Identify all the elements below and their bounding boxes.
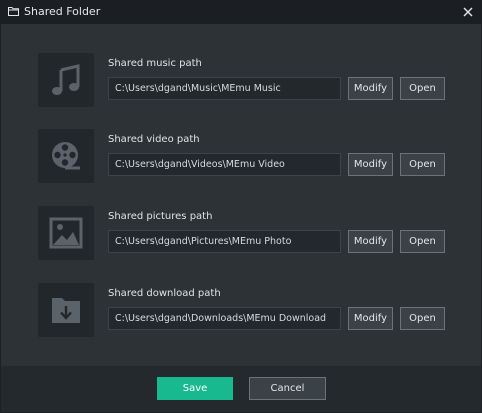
music-path-row: Shared music path C:\Users\dgand\Music\M…	[38, 53, 448, 125]
pictures-path-label: Shared pictures path	[108, 211, 213, 222]
music-open-button[interactable]: Open	[400, 77, 445, 100]
download-icon-tile	[38, 283, 94, 337]
folder-icon	[8, 7, 19, 16]
music-note-icon	[52, 64, 80, 95]
download-folder-icon	[52, 298, 80, 323]
cancel-button[interactable]: Cancel	[249, 377, 326, 400]
close-icon	[463, 7, 473, 17]
pictures-open-button[interactable]: Open	[400, 230, 445, 253]
music-path-field[interactable]: C:\Users\dgand\Music\MEmu Music	[108, 77, 341, 100]
video-path-label: Shared video path	[108, 134, 200, 145]
music-modify-button[interactable]: Modify	[348, 77, 393, 100]
settings-panel: Shared music path C:\Users\dgand\Music\M…	[1, 24, 481, 366]
pictures-path-row: Shared pictures path C:\Users\dgand\Pict…	[38, 206, 448, 278]
music-icon-tile	[38, 53, 94, 107]
video-modify-button[interactable]: Modify	[348, 153, 393, 176]
download-path-row: Shared download path C:\Users\dgand\Down…	[38, 283, 448, 355]
title-bar: Shared Folder	[0, 0, 482, 24]
window-title: Shared Folder	[24, 5, 101, 18]
video-path-field[interactable]: C:\Users\dgand\Videos\MEmu Video	[108, 153, 341, 176]
save-button[interactable]: Save	[157, 377, 233, 400]
video-path-row: Shared video path C:\Users\dgand\Videos\…	[38, 129, 448, 201]
download-path-label: Shared download path	[108, 288, 221, 299]
download-modify-button[interactable]: Modify	[348, 307, 393, 330]
picture-icon	[49, 217, 83, 249]
close-button[interactable]	[458, 2, 478, 22]
download-path-field[interactable]: C:\Users\dgand\Downloads\MEmu Download	[108, 307, 341, 330]
video-open-button[interactable]: Open	[400, 153, 445, 176]
pictures-icon-tile	[38, 206, 94, 260]
dialog-footer: Save Cancel	[1, 366, 481, 412]
pictures-modify-button[interactable]: Modify	[348, 230, 393, 253]
pictures-path-field[interactable]: C:\Users\dgand\Pictures\MEmu Photo	[108, 230, 341, 253]
film-reel-icon	[52, 142, 80, 170]
video-icon-tile	[38, 129, 94, 183]
music-path-label: Shared music path	[108, 58, 202, 69]
download-open-button[interactable]: Open	[400, 307, 445, 330]
